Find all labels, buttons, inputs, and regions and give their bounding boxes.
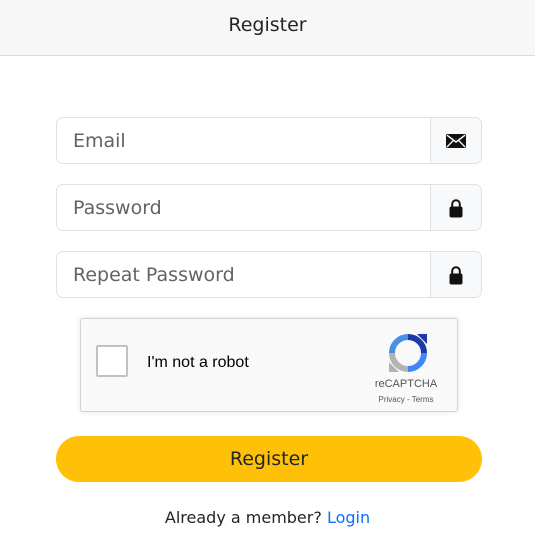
- recaptcha-separator: -: [404, 395, 412, 404]
- recaptcha-label: I'm not a robot: [147, 354, 249, 371]
- recaptcha-privacy-link[interactable]: Privacy: [379, 395, 405, 404]
- email-group: [56, 117, 482, 164]
- recaptcha-links: Privacy - Terms: [361, 395, 451, 404]
- recaptcha-widget: I'm not a robot reCAPTCHA Privacy - Term…: [80, 318, 458, 412]
- register-button[interactable]: Register: [56, 436, 482, 482]
- email-addon: [430, 118, 481, 163]
- password-field[interactable]: [57, 185, 430, 230]
- lock-icon: [449, 265, 463, 284]
- page-title: Register: [228, 13, 307, 36]
- login-link[interactable]: Login: [327, 508, 370, 527]
- password-group: [56, 184, 482, 231]
- recaptcha-logo-icon: [389, 334, 427, 372]
- envelope-icon: [446, 133, 466, 148]
- password-addon: [430, 185, 481, 230]
- lock-icon: [449, 198, 463, 217]
- recaptcha-checkbox[interactable]: [96, 345, 128, 377]
- login-prompt: Already a member? Login: [0, 508, 535, 527]
- repeat-password-field[interactable]: [57, 252, 430, 297]
- recaptcha-brand: reCAPTCHA: [374, 378, 438, 390]
- login-prompt-text: Already a member?: [164, 508, 322, 527]
- repeat-password-group: [56, 251, 482, 298]
- email-field[interactable]: [57, 118, 430, 163]
- recaptcha-terms-link[interactable]: Terms: [412, 395, 434, 404]
- page-header: Register: [0, 0, 535, 56]
- repeat-password-addon: [430, 252, 481, 297]
